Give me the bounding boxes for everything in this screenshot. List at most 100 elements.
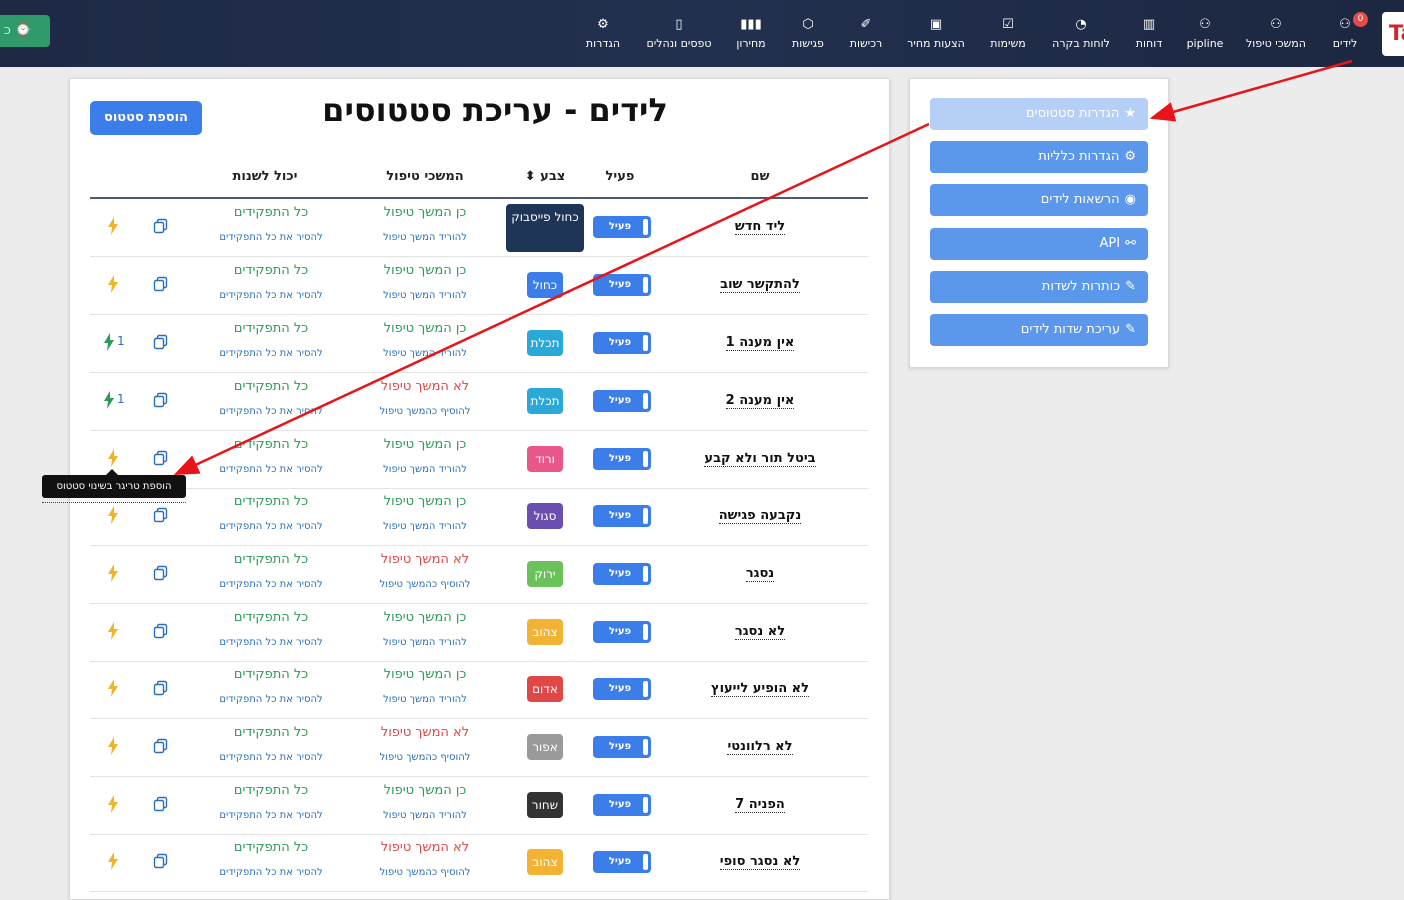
side-menu-button-3[interactable]: ⚯ API <box>930 228 1148 260</box>
active-toggle[interactable]: פעיל <box>593 621 651 643</box>
copy-icon[interactable] <box>152 737 172 757</box>
active-toggle[interactable]: פעיל <box>593 332 651 354</box>
active-toggle[interactable]: פעיל <box>593 274 651 296</box>
color-badge[interactable]: תכלת <box>527 330 563 356</box>
status-name-link[interactable]: הפניה 7 <box>680 797 840 813</box>
status-name-link[interactable]: אין מענה 2 <box>680 393 840 409</box>
handling-toggle-link[interactable]: להוריד המשך טיפול <box>370 348 480 359</box>
color-badge[interactable]: ירוק <box>527 561 563 587</box>
active-toggle[interactable]: פעיל <box>593 216 651 238</box>
handling-toggle-link[interactable]: להוריד המשך טיפול <box>370 694 480 705</box>
active-toggle[interactable]: פעיל <box>593 505 651 527</box>
copy-icon[interactable] <box>152 333 172 353</box>
nav-item-4[interactable]: ◔ לוחות בקרה <box>1041 16 1121 60</box>
active-toggle[interactable]: פעיל <box>593 390 651 412</box>
remove-roles-link[interactable]: להסיר את כל התפקידים <box>206 637 336 648</box>
status-name-link[interactable]: לא נסגר <box>680 624 840 640</box>
trigger-button[interactable] <box>100 622 130 642</box>
color-badge[interactable]: שחור <box>527 792 563 818</box>
remove-roles-link[interactable]: להסיר את כל התפקידים <box>206 810 336 821</box>
remove-roles-link[interactable]: להסיר את כל התפקידים <box>206 521 336 532</box>
color-badge[interactable]: אפור <box>527 734 563 760</box>
remove-roles-link[interactable]: להסיר את כל התפקידים <box>206 694 336 705</box>
active-toggle[interactable]: פעיל <box>593 736 651 758</box>
trigger-button[interactable] <box>100 564 130 584</box>
active-toggle[interactable]: פעיל <box>593 563 651 585</box>
copy-icon[interactable] <box>152 679 172 699</box>
status-name-link[interactable]: אין מענה 1 <box>680 335 840 351</box>
handling-toggle-link[interactable]: להוסיף כהמשך טיפול <box>370 579 480 590</box>
handling-toggle-link[interactable]: להוריד המשך טיפול <box>370 290 480 301</box>
nav-item-0[interactable]: ⚇ לידים 0 <box>1305 12 1385 60</box>
copy-icon[interactable] <box>152 391 172 411</box>
color-badge[interactable]: כחול <box>527 272 563 298</box>
active-toggle[interactable]: פעיל <box>593 794 651 816</box>
trigger-button[interactable] <box>100 852 130 872</box>
color-badge[interactable]: צהוב <box>527 619 563 645</box>
trigger-button[interactable] <box>100 737 130 757</box>
copy-icon[interactable] <box>152 622 172 642</box>
handling-toggle-link[interactable]: להוסיף כהמשך טיפול <box>370 406 480 417</box>
color-badge[interactable]: אדום <box>527 676 563 702</box>
trigger-button[interactable]: 1 <box>100 391 130 411</box>
handling-toggle-link[interactable]: להוסיף כהמשך טיפול <box>370 867 480 878</box>
status-name-link[interactable]: לא רלוונטי <box>680 739 840 755</box>
add-status-button[interactable]: הוספת סטטוס <box>90 101 202 135</box>
color-badge[interactable]: תכלת <box>527 388 563 414</box>
active-toggle[interactable]: פעיל <box>593 851 651 873</box>
copy-icon[interactable] <box>152 852 172 872</box>
trigger-button[interactable] <box>100 275 130 295</box>
side-menu-button-4[interactable]: ✎ כותרות לשדות <box>930 271 1148 303</box>
trigger-button[interactable] <box>100 449 130 469</box>
handling-toggle-link[interactable]: להוריד המשך טיפול <box>370 464 480 475</box>
side-menu-button-2[interactable]: ◉ הרשאות לידים <box>930 184 1148 216</box>
status-name-link[interactable]: נסגר <box>680 566 840 582</box>
color-badge[interactable]: ורוד <box>527 446 563 472</box>
nav-item-11[interactable]: ⚙ הגדרות <box>563 16 643 60</box>
copy-icon[interactable] <box>152 275 172 295</box>
status-name-link[interactable]: ביטל תור ולא קבע <box>680 451 840 467</box>
remove-roles-link[interactable]: להסיר את כל התפקידים <box>206 348 336 359</box>
status-name-link[interactable]: להתקשר שוב <box>680 277 840 293</box>
handling-toggle-link[interactable]: להוסיף כהמשך טיפול <box>370 752 480 763</box>
remove-roles-link[interactable]: להסיר את כל התפקידים <box>206 464 336 475</box>
trigger-button[interactable] <box>100 217 130 237</box>
status-name-link[interactable]: לא נסגר סופי <box>680 854 840 870</box>
remove-roles-link[interactable]: להסיר את כל התפקידים <box>206 406 336 417</box>
copy-icon[interactable] <box>152 795 172 815</box>
nav-item-3[interactable]: ▥ דוחות <box>1109 16 1189 60</box>
column-header-color[interactable]: צבע ⬍ <box>510 169 580 184</box>
nav-item-5[interactable]: ☑ משימות <box>968 16 1048 60</box>
color-badge[interactable]: צהוב <box>527 849 563 875</box>
clock-toggle-button[interactable]: כ ⌚ <box>0 15 50 47</box>
remove-roles-link[interactable]: להסיר את כל התפקידים <box>206 579 336 590</box>
trigger-button[interactable] <box>100 506 130 526</box>
side-menu-button-5[interactable]: ✎ עריכת שדות לידים <box>930 314 1148 346</box>
status-name-link[interactable]: ליד חדש <box>680 219 840 235</box>
copy-icon[interactable] <box>152 506 172 526</box>
side-menu-button-0[interactable]: ★ הגדרות סטטוסים <box>930 98 1148 130</box>
copy-icon[interactable] <box>152 217 172 237</box>
active-toggle[interactable]: פעיל <box>593 448 651 470</box>
status-name-link[interactable]: נקבעה פגישה <box>680 508 840 524</box>
copy-icon[interactable] <box>152 564 172 584</box>
handling-toggle-link[interactable]: להוריד המשך טיפול <box>370 521 480 532</box>
side-menu-button-1[interactable]: ⚙ הגדרות כלליות <box>930 141 1148 173</box>
trigger-button[interactable]: 1 <box>100 333 130 353</box>
handling-toggle-link[interactable]: להוריד המשך טיפול <box>370 637 480 648</box>
remove-roles-link[interactable]: להסיר את כל התפקידים <box>206 290 336 301</box>
nav-item-1[interactable]: ⚇ המשכי טיפול <box>1236 16 1316 60</box>
copy-icon[interactable] <box>152 449 172 469</box>
trigger-button[interactable] <box>100 795 130 815</box>
nav-item-10[interactable]: ▯ טפסים ונהלים <box>639 16 719 60</box>
nav-item-9[interactable]: ▮▮▮ מחירון <box>711 16 791 60</box>
remove-roles-link[interactable]: להסיר את כל התפקידים <box>206 752 336 763</box>
nav-item-6[interactable]: ▣ הצעות מחיר <box>896 16 976 60</box>
trigger-button[interactable] <box>100 679 130 699</box>
remove-roles-link[interactable]: להסיר את כל התפקידים <box>206 867 336 878</box>
logo[interactable]: Ta <box>1382 12 1404 56</box>
active-toggle[interactable]: פעיל <box>593 678 651 700</box>
color-badge[interactable]: כחול פייסבוק <box>506 204 584 252</box>
sort-icon[interactable]: ⬍ <box>525 169 536 184</box>
handling-toggle-link[interactable]: להוריד המשך טיפול <box>370 232 480 243</box>
